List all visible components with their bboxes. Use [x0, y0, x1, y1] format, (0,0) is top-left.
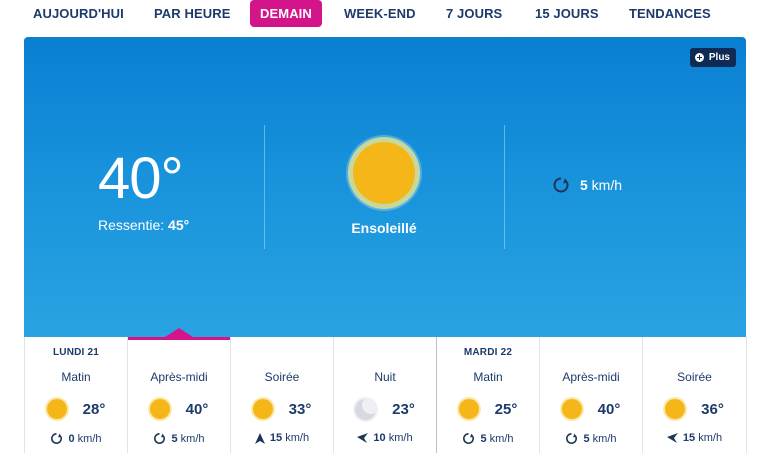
wind-unit: km/h	[285, 432, 310, 444]
period-wind: 5 km/h	[540, 432, 642, 445]
wind-variable-icon	[50, 432, 63, 445]
forecast-cell[interactable]: Nuit 23° 10 km/h	[334, 337, 437, 453]
wind-speed: 15	[682, 432, 696, 444]
wind-speed: 5	[583, 432, 590, 445]
forecast-tabs: AUJOURD'HUI PAR HEURE DEMAIN WEEK-END 7 …	[0, 0, 760, 30]
wind-unit: km/h	[489, 432, 514, 445]
period-temperature: 23°	[392, 401, 415, 418]
day-header: MARDI 22	[463, 347, 513, 358]
period-wind: 15 km/h	[231, 432, 333, 444]
wind-unit: km/h	[592, 432, 617, 445]
wind-arrow-icon	[254, 432, 265, 444]
moon-icon	[355, 399, 377, 420]
period-wind: 5 km/h	[128, 432, 230, 445]
divider	[264, 125, 265, 249]
forecast-cell[interactable]: Soirée 36° 15 km/h	[643, 337, 747, 453]
wind-unit: km/h	[587, 177, 623, 193]
period-temperature: 33°	[288, 400, 312, 418]
sun-icon	[561, 399, 582, 419]
period-label: Après-midi	[562, 370, 620, 384]
tab-par-heure[interactable]: PAR HEURE	[154, 0, 231, 27]
period-temperature: 40°	[597, 400, 621, 418]
period-label: Nuit	[374, 370, 396, 384]
condition-label: Ensoleillé	[351, 220, 417, 236]
period-wind: 15 km/h	[643, 432, 746, 444]
wind-speed: 0	[68, 432, 75, 445]
wind-variable-icon	[565, 432, 578, 445]
period-weather: 40°	[540, 399, 642, 419]
period-wind: 0 km/h	[25, 432, 127, 445]
forecast-cell[interactable]: MARDI 22 Matin 25° 5 km/h	[437, 337, 540, 453]
period-temperature: 25°	[494, 400, 518, 418]
period-label: Matin	[61, 370, 91, 384]
tab-15-jours[interactable]: 15 JOURS	[535, 0, 599, 27]
wind-arrow-icon	[666, 433, 678, 443]
wind-speed: 5	[580, 177, 588, 193]
forecast-strip: LUNDI 21 Matin 28° 0 km/h Après-midi 40° 5 km/…	[24, 328, 747, 453]
forecast-cell[interactable]: Soirée 33° 15 km/h	[231, 337, 334, 453]
forecast-cell[interactable]: LUNDI 21 Matin 28° 0 km/h	[25, 337, 128, 453]
sun-icon	[665, 399, 686, 419]
period-wind: 5 km/h	[437, 432, 539, 445]
period-weather: 33°	[231, 399, 333, 419]
period-weather: 25°	[437, 399, 539, 419]
sun-icon	[458, 399, 479, 419]
feels-like-label: Ressentie:	[98, 217, 169, 233]
period-weather: 36°	[643, 399, 746, 419]
period-weather: 23°	[334, 399, 436, 420]
wind-unit: km/h	[77, 432, 102, 445]
wind-variable-icon	[153, 432, 166, 445]
wind-speed: 15	[269, 432, 283, 444]
wind-variable-icon	[462, 432, 475, 445]
wind-unit: km/h	[388, 432, 413, 444]
period-wind: 10 km/h	[334, 432, 436, 444]
plus-label: Plus	[708, 52, 730, 63]
period-weather: 40°	[128, 399, 230, 419]
sun-icon	[46, 399, 67, 419]
period-weather: 28°	[25, 399, 127, 419]
current-temperature: 40°	[98, 146, 184, 211]
day-header: LUNDI 21	[52, 347, 100, 358]
wind-variable-icon	[553, 177, 569, 193]
forecast-cell[interactable]: Après-midi 40° 5 km/h	[128, 337, 231, 453]
tab-tendances[interactable]: TENDANCES	[629, 0, 711, 27]
forecast-cell[interactable]: Après-midi 40° 5 km/h	[540, 337, 643, 453]
plus-icon	[694, 53, 704, 62]
plus-button[interactable]: Plus	[689, 48, 736, 67]
wind-arrow-icon	[357, 433, 369, 443]
period-label: Soirée	[264, 370, 300, 384]
tab-week-end[interactable]: WEEK-END	[344, 0, 416, 27]
wind-unit: km/h	[698, 432, 723, 444]
sun-icon	[149, 399, 170, 419]
sun-icon	[252, 399, 273, 419]
period-label: Après-midi	[150, 370, 208, 384]
feels-like-value: 45°	[168, 217, 190, 233]
period-temperature: 28°	[82, 400, 106, 418]
period-label: Soirée	[677, 370, 712, 384]
active-period-pointer	[165, 328, 193, 337]
divider	[504, 125, 505, 249]
wind-speed: 5	[171, 432, 178, 445]
tab-demain[interactable]: DEMAIN	[250, 0, 322, 27]
period-temperature: 40°	[185, 400, 209, 418]
wind-unit: km/h	[180, 432, 205, 445]
period-label: Matin	[473, 370, 503, 384]
tab-aujourdhui[interactable]: AUJOURD'HUI	[33, 0, 124, 27]
current-wind: 5 km/h	[552, 176, 622, 194]
tab-7-jours[interactable]: 7 JOURS	[446, 0, 502, 27]
wind-speed: 10	[373, 432, 386, 444]
current-weather-card: Plus 40° Ressentie: 45° Ensoleillé 5 km/…	[24, 37, 746, 337]
wind-speed: 5	[480, 432, 487, 445]
sun-icon	[353, 142, 415, 204]
feels-like: Ressentie: 45°	[98, 217, 189, 233]
period-temperature: 36°	[701, 400, 724, 418]
